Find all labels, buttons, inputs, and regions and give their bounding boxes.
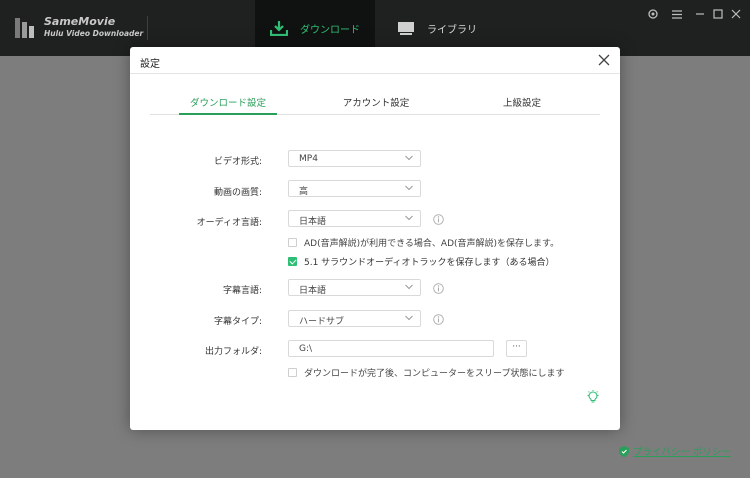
maximize-icon[interactable] — [711, 7, 725, 21]
subtitle-language-value: 日本語 — [299, 286, 327, 296]
ad-audio-label: AD(音声解説)が利用できる場合、AD(音声解説)を保存します。 — [304, 239, 560, 249]
video-format-value: MP4 — [299, 154, 318, 164]
output-folder-value: G:\ — [299, 344, 313, 354]
info-icon[interactable] — [433, 283, 444, 294]
tab-advanced-settings[interactable]: 上級設定 — [490, 93, 554, 115]
video-format-select[interactable]: MP4 — [288, 150, 421, 167]
dialog-title: 設定 — [140, 59, 160, 70]
sleep-checkbox-row[interactable]: ダウンロードが完了後、コンピューターをスリープ状態にします — [288, 366, 564, 379]
sleep-checkbox[interactable] — [288, 368, 297, 377]
subtitle-type-value: ハードサブ — [299, 317, 345, 327]
tab-account-settings[interactable]: アカウント設定 — [328, 93, 424, 115]
shield-icon — [619, 445, 629, 457]
privacy-policy-label: プライバシー ポリシー — [633, 447, 731, 458]
surround-checkbox[interactable] — [288, 257, 297, 266]
surround-checkbox-row[interactable]: 5.1 サラウンドオーディオトラックを保存します（ある場合） — [288, 255, 555, 268]
surround-label: 5.1 サラウンドオーディオトラックを保存します（ある場合） — [304, 258, 555, 268]
privacy-policy-link[interactable]: プライバシー ポリシー — [619, 444, 731, 458]
monitor-icon — [398, 21, 414, 35]
menu-icon[interactable] — [670, 7, 684, 21]
output-folder-input[interactable]: G:\ — [288, 340, 494, 357]
subtitle-type-label: 字幕タイプ: — [213, 317, 262, 327]
gear-icon[interactable] — [646, 7, 660, 21]
tab-download-settings[interactable]: ダウンロード設定 — [179, 93, 277, 115]
info-icon[interactable] — [433, 314, 444, 325]
nav-library-label: ライブラリ — [427, 24, 477, 36]
settings-dialog: 設定 ダウンロード設定 アカウント設定 上級設定 ビデオ形式: MP4 動画の画… — [130, 47, 620, 430]
brand: SameMovie Hulu Video Downloader — [44, 16, 143, 39]
ad-audio-checkbox[interactable] — [288, 238, 297, 247]
dialog-header: 設定 — [130, 47, 620, 74]
chevron-down-icon — [405, 284, 413, 290]
dialog-close-icon[interactable] — [598, 54, 610, 66]
divider — [147, 16, 148, 40]
subtitle-language-label: 字幕言語: — [222, 286, 262, 296]
chevron-down-icon — [405, 155, 413, 161]
download-icon — [270, 21, 288, 36]
quality-select[interactable]: 高 — [288, 180, 421, 197]
chevron-down-icon — [405, 185, 413, 191]
settings-tabs: ダウンロード設定 アカウント設定 上級設定 — [150, 93, 600, 115]
nav-download-label: ダウンロード — [300, 24, 360, 36]
subtitle-type-select[interactable]: ハードサブ — [288, 310, 421, 327]
output-folder-label: 出力フォルダ: — [204, 347, 262, 357]
chevron-down-icon — [405, 315, 413, 321]
minimize-icon[interactable] — [693, 7, 707, 21]
subtitle-language-select[interactable]: 日本語 — [288, 279, 421, 296]
browse-folder-button[interactable]: ··· — [506, 340, 527, 357]
audio-language-value: 日本語 — [299, 217, 327, 227]
audio-language-select[interactable]: 日本語 — [288, 210, 421, 227]
app-subtitle: Hulu Video Downloader — [44, 29, 144, 38]
lightbulb-icon[interactable] — [587, 390, 599, 404]
app-name: SameMovie — [44, 15, 116, 28]
info-icon[interactable] — [433, 214, 444, 225]
sleep-label: ダウンロードが完了後、コンピューターをスリープ状態にします — [304, 369, 565, 379]
video-format-label: ビデオ形式: — [213, 157, 262, 167]
audio-language-label: オーディオ言語: — [196, 218, 262, 228]
app-logo-icon — [15, 18, 34, 38]
quality-label: 動画の画質: — [213, 188, 262, 198]
quality-value: 高 — [299, 187, 309, 197]
close-icon[interactable] — [729, 7, 743, 21]
chevron-down-icon — [405, 215, 413, 221]
ad-audio-checkbox-row[interactable]: AD(音声解説)が利用できる場合、AD(音声解説)を保存します。 — [288, 236, 559, 249]
